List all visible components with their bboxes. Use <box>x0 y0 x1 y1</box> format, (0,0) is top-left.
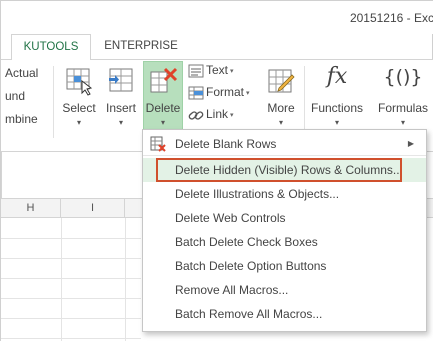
functions-label: Functions <box>310 101 364 115</box>
link-label: Link <box>206 107 229 122</box>
delete-dropdown-icon: ▾ <box>160 118 165 127</box>
menu-item-label: Batch Remove All Macros... <box>175 307 323 321</box>
select-label: Select <box>62 101 96 115</box>
sheet-divider <box>1 152 2 198</box>
insert-icon <box>107 66 135 99</box>
menu-item-delete-illustrations-objects[interactable]: Delete Illustrations & Objects... <box>143 182 426 206</box>
window-title: 20151216 - Exc <box>349 11 433 25</box>
text-button[interactable]: Text ▾ <box>188 63 234 83</box>
text-label: Text <box>206 63 229 78</box>
format-label: Format <box>206 85 245 100</box>
menu-item-batch-delete-option-buttons[interactable]: Batch Delete Option Buttons <box>143 254 426 278</box>
menu-item-delete-blank-rows[interactable]: Delete Blank Rows ▶ <box>143 132 426 156</box>
ribbon-tabs: KUTOOLS ENTERPRISE <box>1 34 433 61</box>
column-header-h[interactable]: H <box>1 199 61 218</box>
select-dropdown-icon: ▾ <box>76 118 81 127</box>
delete-rows-icon <box>150 136 166 152</box>
submenu-arrow-icon: ▶ <box>407 139 414 148</box>
link-icon <box>188 111 204 120</box>
format-icon <box>188 86 204 100</box>
ribbon-separator <box>304 66 305 138</box>
format-button[interactable]: Format ▾ <box>188 85 250 105</box>
column-header-i[interactable]: I <box>61 199 125 218</box>
grid-line <box>1 258 141 259</box>
more-dropdown-icon: ▾ <box>278 118 283 127</box>
insert-label: Insert <box>105 101 136 115</box>
ribbon-left-item-round[interactable]: und <box>5 89 25 103</box>
functions-dropdown-icon: ▾ <box>334 118 339 127</box>
menu-item-label: Batch Delete Option Buttons <box>175 259 327 273</box>
menu-item-label: Delete Blank Rows <box>175 137 277 151</box>
format-dropdown-icon: ▾ <box>246 90 250 97</box>
tab-kutools[interactable]: KUTOOLS <box>11 34 91 61</box>
more-label: More <box>267 101 295 115</box>
formulas-dropdown-icon: ▾ <box>400 118 405 127</box>
ribbon-left-item-actual[interactable]: Actual <box>5 66 38 80</box>
more-icon <box>266 66 296 99</box>
menu-item-label: Delete Web Controls <box>175 211 286 225</box>
excel-window: 20151216 - Exc KUTOOLS ENTERPRISE Actual… <box>0 0 433 341</box>
text-icon <box>188 64 204 78</box>
grid-line <box>61 218 62 341</box>
highlight-outline <box>156 158 402 182</box>
menu-item-delete-hidden-rows-columns[interactable]: Delete Hidden (Visible) Rows & Columns..… <box>143 158 426 182</box>
select-button[interactable]: Select ▾ <box>59 62 99 142</box>
menu-item-batch-remove-all-macros[interactable]: Batch Remove All Macros... <box>143 302 426 326</box>
link-button[interactable]: Link ▾ <box>188 107 234 127</box>
insert-dropdown-icon: ▾ <box>118 118 123 127</box>
formulas-icon: {()} <box>383 66 423 88</box>
grid-line <box>125 218 126 341</box>
grid-line <box>1 238 141 239</box>
tab-enterprise[interactable]: ENTERPRISE <box>97 34 185 60</box>
fx-icon: fx <box>326 64 348 89</box>
text-dropdown-icon: ▾ <box>230 68 234 75</box>
delete-icon <box>148 66 178 99</box>
insert-button[interactable]: Insert ▾ <box>102 62 140 142</box>
formulas-label: Formulas <box>377 101 428 115</box>
menu-item-label: Delete Illustrations & Objects... <box>175 187 340 201</box>
menu-item-label: Batch Delete Check Boxes <box>175 235 318 249</box>
link-dropdown-icon: ▾ <box>230 112 234 119</box>
title-bar: 20151216 - Exc <box>1 1 433 34</box>
select-icon <box>65 66 93 99</box>
grid-line <box>1 318 141 319</box>
ribbon-separator <box>53 66 54 138</box>
menu-item-remove-all-macros[interactable]: Remove All Macros... <box>143 278 426 302</box>
delete-dropdown-menu: Delete Blank Rows ▶ Delete Hidden (Visib… <box>142 129 427 332</box>
delete-label: Delete <box>145 101 181 115</box>
grid-line <box>1 298 141 299</box>
menu-item-delete-web-controls[interactable]: Delete Web Controls <box>143 206 426 230</box>
menu-item-label: Remove All Macros... <box>175 283 289 297</box>
grid-line <box>1 278 141 279</box>
grid-line <box>1 338 141 339</box>
menu-item-batch-delete-check-boxes[interactable]: Batch Delete Check Boxes <box>143 230 426 254</box>
ribbon-left-item-combine[interactable]: mbine <box>5 112 38 126</box>
